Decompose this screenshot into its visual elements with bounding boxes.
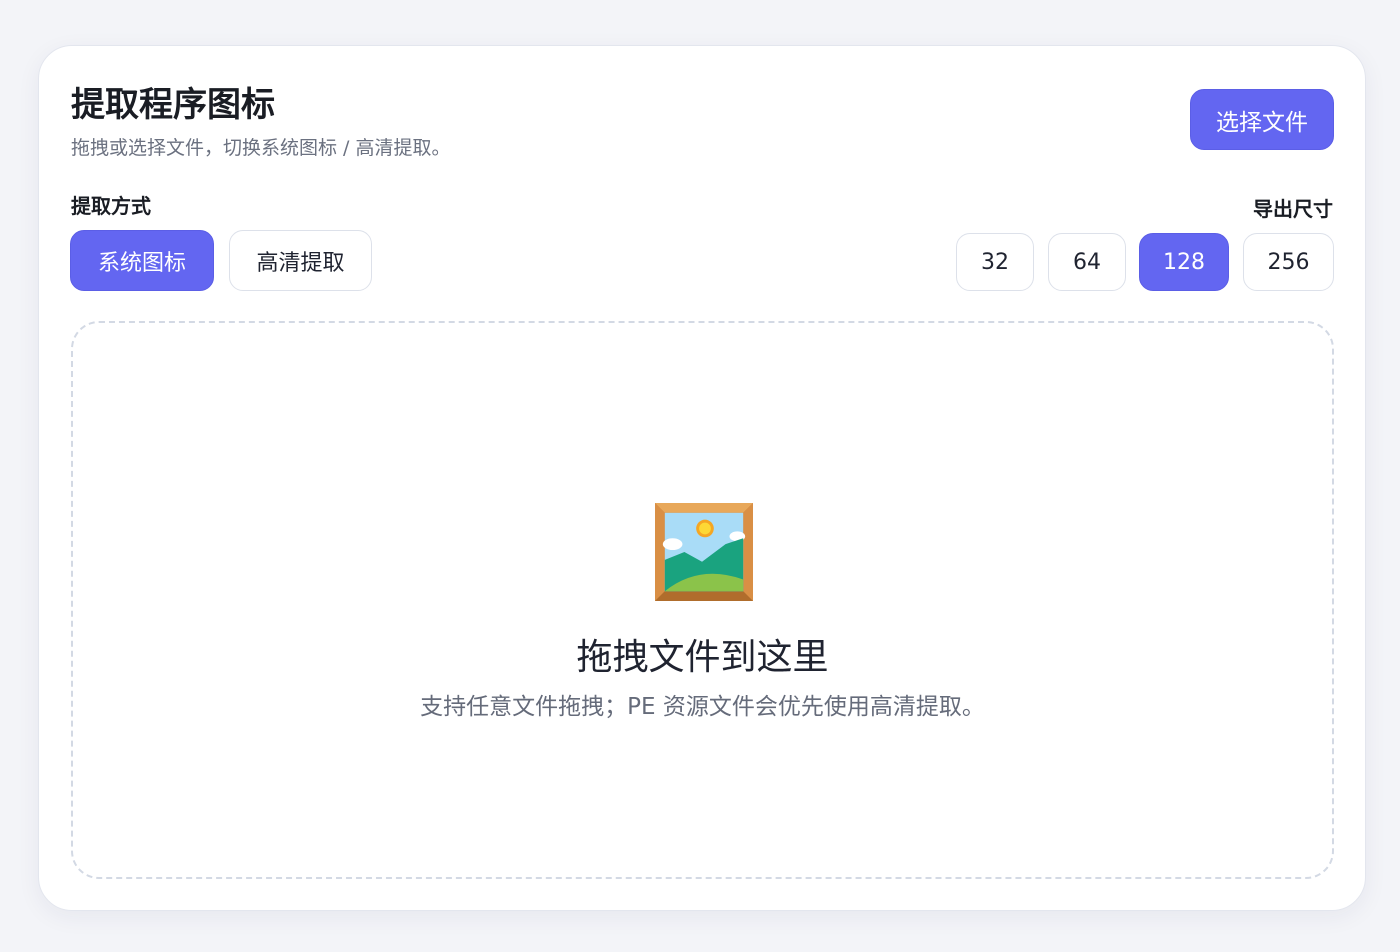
file-dropzone[interactable]: 拖拽文件到这里 支持任意文件拖拽；PE 资源文件会优先使用高清提取。: [71, 321, 1334, 879]
dropzone-hint: 支持任意文件拖拽；PE 资源文件会优先使用高清提取。: [420, 694, 985, 720]
extract-icon-card: 提取程序图标 拖拽或选择文件，切换系统图标 / 高清提取。 选择文件 提取方式 …: [38, 45, 1366, 911]
framed-picture-icon: [655, 503, 753, 601]
size-32-button[interactable]: 32: [956, 233, 1034, 291]
size-256-button[interactable]: 256: [1243, 233, 1334, 291]
mode-system-icon-button[interactable]: 系统图标: [70, 230, 214, 291]
select-file-button[interactable]: 选择文件: [1190, 89, 1334, 150]
export-size-label: 导出尺寸: [1253, 197, 1333, 221]
mode-hd-extract-button[interactable]: 高清提取: [229, 230, 372, 291]
size-128-button[interactable]: 128: [1139, 233, 1229, 291]
page-subtitle: 拖拽或选择文件，切换系统图标 / 高清提取。: [71, 137, 451, 159]
page-title: 提取程序图标: [71, 85, 275, 125]
extract-mode-label: 提取方式: [71, 194, 151, 218]
size-64-button[interactable]: 64: [1048, 233, 1126, 291]
dropzone-title: 拖拽文件到这里: [576, 637, 829, 678]
